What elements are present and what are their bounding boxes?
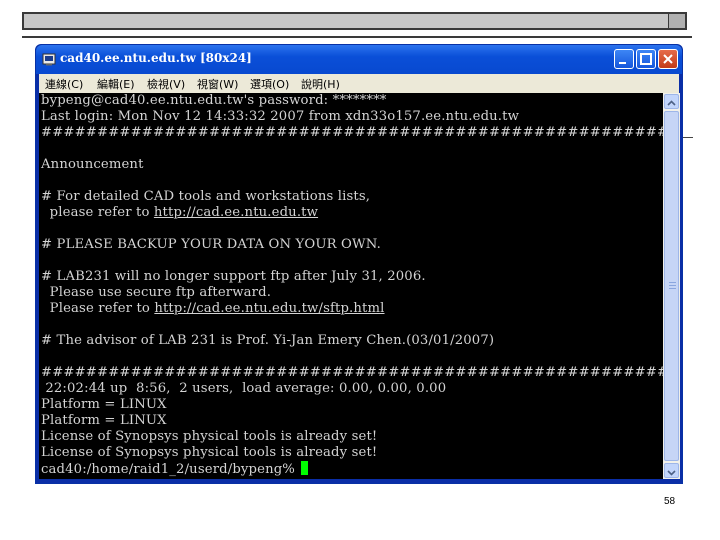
close-icon: [663, 54, 673, 64]
terminal-line-text: Please refer to: [41, 301, 155, 316]
terminal-line: Platform = LINUX: [41, 397, 167, 412]
maximize-icon: [640, 53, 652, 65]
close-button[interactable]: [658, 49, 678, 69]
menu-options[interactable]: 選項(O): [250, 76, 289, 92]
terminal-line: License of Synopsys physical tools is al…: [41, 445, 378, 460]
scrollbar-grip: [669, 282, 676, 289]
menu-view[interactable]: 檢視(V): [147, 76, 185, 92]
terminal-line: Platform = LINUX: [41, 413, 167, 428]
chevron-up-icon: [667, 100, 676, 106]
terminal-line: Please use secure ftp afterward.: [41, 285, 272, 300]
menu-window[interactable]: 視窗(W): [197, 76, 238, 92]
vertical-scrollbar[interactable]: [663, 93, 680, 479]
terminal-line: ########################################…: [41, 365, 663, 380]
slide-page-number: 58: [664, 496, 676, 507]
slide-header-mark: [668, 14, 685, 28]
terminal-output[interactable]: bypeng@cad40.ee.ntu.edu.tw's password: *…: [39, 93, 663, 479]
menu-bar: 連線(C) 編輯(E) 檢視(V) 視窗(W) 選項(O) 說明(H): [39, 74, 679, 93]
terminal-line: bypeng@cad40.ee.ntu.edu.tw's password: *…: [41, 93, 387, 108]
menu-edit[interactable]: 編輯(E): [97, 76, 135, 92]
terminal-line-with-link: Please refer to http://cad.ee.ntu.edu.tw…: [41, 301, 385, 317]
text-cursor: [301, 461, 309, 475]
title-bar[interactable]: cad40.ee.ntu.edu.tw [80x24]: [36, 45, 682, 74]
scroll-down-button[interactable]: [664, 463, 679, 478]
scroll-up-button[interactable]: [664, 94, 679, 109]
cad-link[interactable]: http://cad.ee.ntu.edu.tw: [154, 205, 318, 220]
terminal-line: Announcement: [41, 157, 144, 172]
terminal-line: Last login: Mon Nov 12 14:33:32 2007 fro…: [41, 109, 520, 124]
slide-header-bar: [22, 12, 687, 30]
terminal-line-text: please refer to: [41, 205, 154, 220]
menu-help[interactable]: 說明(H): [301, 76, 340, 92]
terminal-line-with-link: please refer to http://cad.ee.ntu.edu.tw: [41, 205, 318, 221]
minimize-icon: [619, 62, 626, 64]
terminal-line: License of Synopsys physical tools is al…: [41, 429, 378, 444]
terminal-prompt-line: cad40:/home/raid1_2/userd/bypeng%: [41, 461, 309, 478]
window-title: cad40.ee.ntu.edu.tw [80x24]: [60, 51, 252, 65]
terminal-line: # LAB231 will no longer support ftp afte…: [41, 269, 426, 284]
terminal-line: # The advisor of LAB 231 is Prof. Yi-Jan…: [41, 333, 495, 348]
slide-divider: [22, 36, 692, 38]
shell-prompt: cad40:/home/raid1_2/userd/bypeng%: [41, 462, 300, 477]
terminal-line: 22:02:44 up 8:56, 2 users, load average:…: [41, 381, 447, 396]
sftp-link[interactable]: http://cad.ee.ntu.edu.tw/sftp.html: [154, 301, 384, 316]
chevron-down-icon: [667, 470, 676, 476]
terminal-line: # PLEASE BACKUP YOUR DATA ON YOUR OWN.: [41, 237, 381, 252]
ssh-terminal-window[interactable]: cad40.ee.ntu.edu.tw [80x24] 連線(C) 編輯(E) …: [35, 44, 683, 484]
terminal-line: # For detailed CAD tools and workstation…: [41, 189, 371, 204]
terminal-line: ########################################…: [41, 125, 663, 140]
menu-connection[interactable]: 連線(C): [45, 76, 83, 92]
maximize-button[interactable]: [636, 49, 656, 69]
scrollbar-thumb[interactable]: [664, 111, 679, 461]
minimize-button[interactable]: [614, 49, 634, 69]
terminal-app-icon: [42, 53, 56, 66]
